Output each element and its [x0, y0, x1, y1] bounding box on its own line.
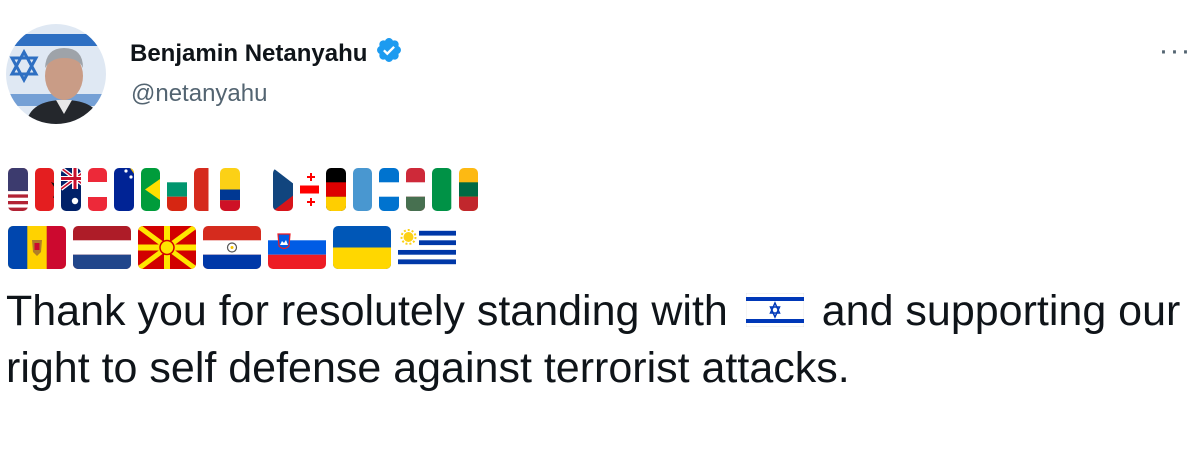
verified-badge-icon — [375, 36, 403, 71]
germany-flag-icon — [326, 168, 346, 211]
author-name[interactable]: Benjamin Netanyahu — [130, 40, 367, 68]
israel-flag-icon — [745, 285, 805, 328]
austria-flag-icon — [87, 168, 107, 211]
flag-row-1 — [8, 168, 478, 211]
more-options-icon[interactable]: ··· — [1158, 34, 1192, 68]
cyprus-flag-icon — [246, 168, 266, 211]
tweet-text: Thank you for resolutely standing with a… — [6, 283, 1186, 397]
guatemala-flag-icon — [352, 168, 372, 211]
north-macedonia-flag-icon — [138, 226, 196, 269]
hungary-flag-icon — [405, 168, 425, 211]
author-handle[interactable]: @netanyahu — [131, 80, 267, 108]
honduras-flag-icon — [379, 168, 399, 211]
australia-flag-icon — [61, 168, 81, 211]
italy-flag-icon — [432, 168, 452, 211]
czechia-flag-icon — [273, 168, 293, 211]
bosnia-flag-icon — [114, 168, 134, 211]
lithuania-flag-icon — [458, 168, 478, 211]
brazil-flag-icon — [140, 168, 160, 211]
tweet-text-part1: Thank you for resolutely standing with — [6, 287, 728, 335]
moldova-flag-icon — [8, 226, 66, 269]
georgia-flag-icon — [299, 168, 319, 211]
ukraine-flag-icon — [333, 226, 391, 269]
avatar[interactable] — [6, 24, 106, 124]
flag-row-2 — [8, 226, 478, 269]
colombia-flag-icon — [220, 168, 240, 211]
uruguay-flag-icon — [398, 226, 456, 269]
canada-flag-icon — [193, 168, 213, 211]
us-flag-icon — [8, 168, 28, 211]
bulgaria-flag-icon — [167, 168, 187, 211]
author-name-row[interactable]: Benjamin Netanyahu — [130, 36, 403, 71]
flag-emoji-list — [8, 168, 478, 284]
netherlands-flag-icon — [73, 226, 131, 269]
slovenia-flag-icon — [268, 226, 326, 269]
paraguay-flag-icon — [203, 226, 261, 269]
albania-flag-icon — [34, 168, 54, 211]
